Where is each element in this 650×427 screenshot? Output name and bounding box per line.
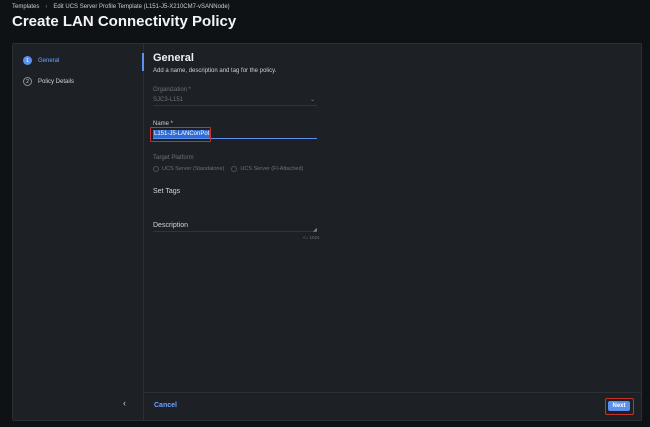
cancel-button[interactable]: Cancel: [154, 402, 177, 409]
step-policy-details[interactable]: 2 Policy Details: [23, 77, 74, 86]
description-counter: <= 1024: [303, 235, 320, 240]
radio-standalone-label: UCS Server (Standalone): [162, 166, 225, 172]
step-label: Policy Details: [38, 78, 75, 85]
radio-fi-attached-label: UCS Server (FI-Attached): [240, 166, 304, 172]
set-tags-label[interactable]: Set Tags: [153, 188, 180, 195]
section-title: General: [153, 52, 194, 64]
radio-fi-attached[interactable]: [231, 166, 238, 172]
organization-select[interactable]: SJC3-L151 ⌄: [153, 94, 317, 106]
organization-label: Organization *: [153, 87, 192, 93]
section-subtitle: Add a name, description and tag for the …: [153, 68, 277, 74]
step-number-badge: 2: [23, 77, 32, 86]
section-accent-bar: [142, 53, 144, 71]
chevron-down-icon: ⌄: [309, 97, 315, 103]
wizard-panel: 1 General 2 Policy Details ‹ General Add…: [12, 43, 642, 421]
radio-standalone[interactable]: [153, 166, 159, 172]
breadcrumb-separator-icon: ›: [45, 4, 48, 10]
target-platform-label: Target Platform: [153, 155, 194, 161]
next-highlight-box: Next: [605, 398, 634, 415]
step-label: General: [38, 57, 60, 64]
name-highlight-box: [150, 127, 211, 142]
next-button[interactable]: Next: [608, 401, 630, 411]
sidebar-divider: [143, 44, 144, 420]
target-platform-radio-group: UCS Server (Standalone) UCS Server (FI-A…: [153, 166, 303, 172]
breadcrumb-templates-link[interactable]: Templates: [12, 4, 39, 10]
organization-value: SJC3-L151: [153, 97, 184, 103]
step-number-badge: 1: [23, 56, 32, 65]
wizard-sidebar: 1 General 2 Policy Details ‹: [13, 44, 143, 420]
breadcrumb: Templates › Edit UCS Server Profile Temp…: [12, 4, 230, 10]
wizard-footer: Cancel Next: [143, 392, 641, 420]
description-label: Description: [153, 222, 189, 229]
breadcrumb-edit-template-link[interactable]: Edit UCS Server Profile Template (L151-J…: [53, 4, 229, 10]
chevron-left-icon[interactable]: ‹: [123, 398, 126, 408]
general-section: General Add a name, description and tag …: [150, 44, 641, 420]
resize-handle-icon[interactable]: ◢: [313, 227, 317, 233]
step-general[interactable]: 1 General: [23, 56, 59, 65]
page-title: Create LAN Connectivity Policy: [12, 13, 237, 30]
